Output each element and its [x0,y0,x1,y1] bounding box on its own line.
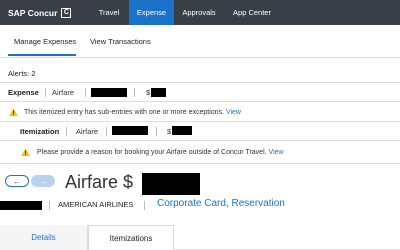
nav-tab-approvals[interactable]: Approvals [176,0,222,25]
warning-icon [9,108,18,116]
redacted-block [151,88,166,97]
divider [0,57,400,58]
nav-tab-app-center[interactable]: App Center [228,0,276,25]
separator [49,201,50,210]
warning-message: Please provide a reason for booking your… [37,148,267,156]
expense-label: Expense [8,88,39,97]
active-subtab-indicator [8,54,76,56]
brand-logo[interactable]: SAP Concur C [0,0,90,25]
divider [0,163,400,164]
next-entry-button[interactable]: → [31,175,55,187]
left-arrow-icon: ← [13,176,21,186]
expense-type: Airfare [52,88,75,97]
divider [0,121,400,122]
right-arrow-icon: → [39,176,47,186]
view-exception-link[interactable]: View [269,149,284,156]
redacted-block [172,126,192,135]
warning-message: This itemized entry has sub-entries with… [24,108,224,116]
view-exception-link[interactable]: View [226,109,241,116]
divider [0,140,400,141]
itemization-label: Itemization [20,126,60,136]
separator [66,127,67,136]
separator [134,88,135,97]
divider [0,101,400,102]
exception-warning-2: Please provide a reason for booking your… [0,145,400,159]
entry-info-row: AMERICAN AIRLINES Corporate Card, Reserv… [0,198,400,212]
redacted-block [142,173,200,195]
separator [106,127,107,136]
redacted-block [112,126,148,135]
entry-title-text: Airfare $ [65,172,134,192]
entry-title: Airfare $ [65,172,133,193]
sub-nav-bar: Manage Expenses View Transactions [0,25,400,57]
divider [0,82,400,83]
tab-details[interactable]: Details [0,225,88,250]
concur-logo-icon: C [61,7,72,18]
nav-tab-travel[interactable]: Travel [89,0,129,25]
itemization-type: Airfare [76,126,99,136]
itemization-currency: $ [167,126,172,136]
separator [85,88,86,97]
tab-itemizations[interactable]: Itemizations [88,225,174,250]
separator [156,127,157,136]
vendor-name: AMERICAN AIRLINES [58,200,134,209]
expense-summary-row: Expense Airfare $ [0,84,400,101]
top-nav-bar: SAP Concur C Travel Expense Approvals Ap… [0,0,400,25]
nav-tab-expense[interactable]: Expense [129,0,174,25]
subtab-manage-expenses[interactable]: Manage Expenses [14,25,76,57]
payment-type-link[interactable]: Corporate Card, Reservation [157,198,285,209]
exception-warning-1: This itemized entry has sub-entries with… [0,105,400,119]
expense-currency: $ [146,88,151,97]
redacted-block [0,201,42,210]
separator [45,88,46,97]
previous-entry-button[interactable]: ← [5,175,29,187]
entry-tabs: Details Itemizations [0,225,400,250]
brand-name: SAP Concur [8,7,58,18]
redacted-block [91,88,127,97]
separator [144,201,145,210]
itemization-summary-row: Itemization Airfare $ [0,123,400,139]
warning-icon [21,148,30,156]
alerts-count: Alerts: 2 [8,69,36,78]
subtab-view-transactions[interactable]: View Transactions [90,25,151,57]
